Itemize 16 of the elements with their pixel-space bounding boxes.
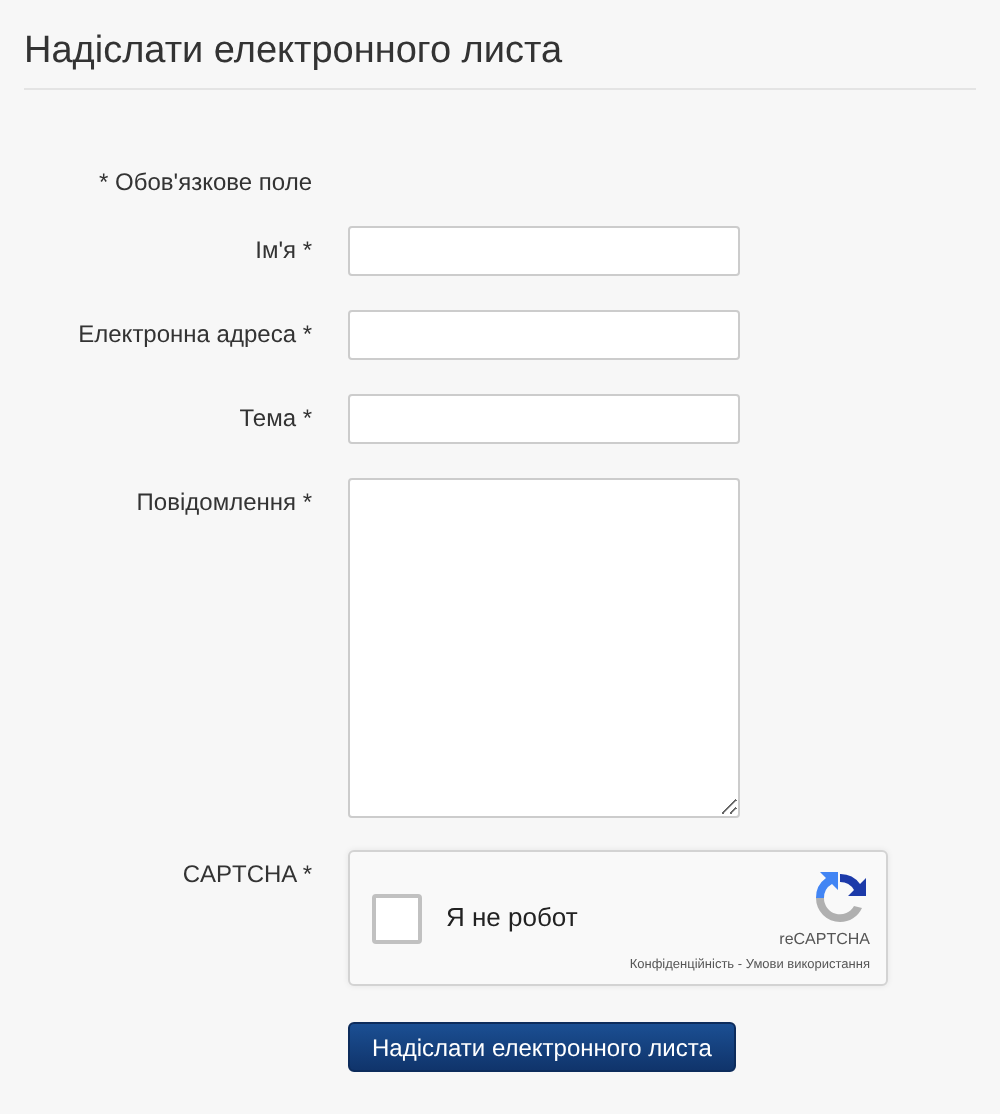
field-label: Ім'я * [255, 234, 312, 266]
captcha-checkbox[interactable] [372, 893, 422, 943]
recaptcha-brand: reCAPTCHA [779, 930, 870, 950]
input-field[interactable] [348, 226, 740, 276]
field-label: Тема * [239, 402, 312, 434]
page-title: Надіслати електронного листа [24, 28, 565, 76]
required-note: * Обов'язкове поле [99, 166, 312, 198]
checkbox-label: Я не робот [446, 900, 578, 937]
captcha-label: CAPTCHA * [182, 858, 312, 890]
field-label: Електронна адреса * [78, 318, 312, 350]
submit-button[interactable]: Надіслати електронного листа [348, 1022, 736, 1072]
field-label: Повідомлення * [136, 486, 312, 518]
recaptcha-logo-icon [810, 868, 870, 928]
input-field[interactable] [348, 394, 740, 444]
input-field[interactable] [348, 310, 740, 360]
message-field[interactable] [348, 478, 740, 818]
